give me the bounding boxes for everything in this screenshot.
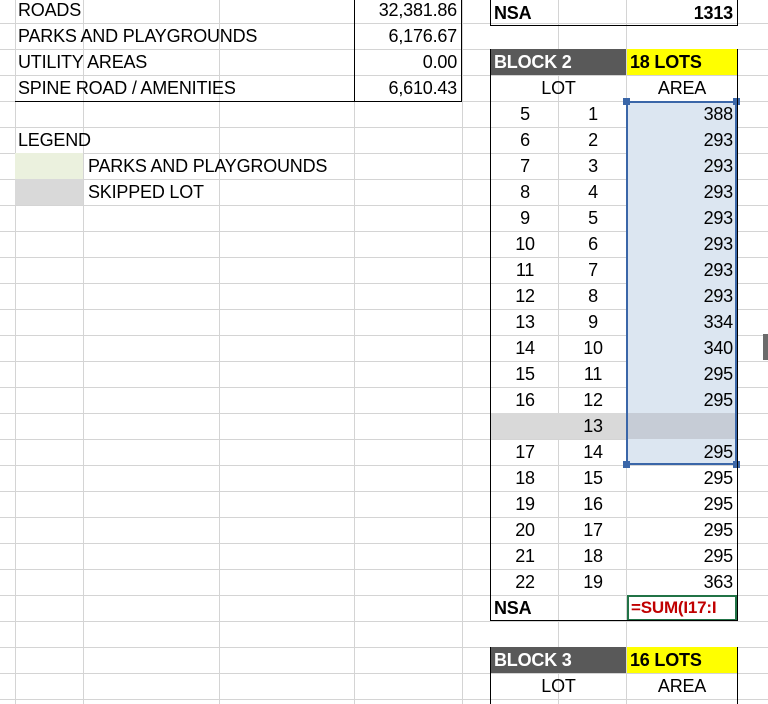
block2-row-number: 19 [515,494,535,514]
legend-swatch-skipped [15,179,83,205]
block2-lot: 17 [583,520,603,540]
summary-label: SPINE ROAD / AMENITIES [18,78,236,98]
block2-row-number: 12 [515,286,535,306]
block3-left-border [490,647,491,704]
block2-lot: 16 [583,494,603,514]
summary-col-border [354,0,355,102]
block2-row-number [491,413,559,439]
summary-right-border [461,0,462,102]
block2-lot: 6 [588,234,598,254]
block2-row-number: 7 [520,156,530,176]
block2-lot: 9 [588,312,598,332]
top-nsa-bottom-border [490,25,738,26]
summary-bottom-border [15,101,462,102]
block3-right-border [737,647,738,704]
block2-lot: 18 [583,546,603,566]
block2-nsa-label: NSA [494,598,532,618]
block2-row-number: 13 [515,312,535,332]
gridline [462,0,463,704]
block2-title: BLOCK 2 [491,49,626,75]
block2-row-number: 8 [520,182,530,202]
block3-col-area: AREA [657,676,707,696]
block2-lot: 2 [588,130,598,150]
block2-area[interactable]: 295 [627,543,737,569]
block2-row-number: 21 [515,546,535,566]
block2-col-area: AREA [657,78,707,98]
legend-swatch-parks [15,153,83,179]
formula-cell[interactable]: =SUM(I17:I [627,595,737,621]
gridline [0,699,768,700]
selection-border [626,101,737,465]
summary-value: 32,381.86 [378,0,457,20]
block2-row-number: 16 [515,390,535,410]
legend-label-parks: PARKS AND PLAYGROUNDS [88,156,328,176]
summary-value: 6,176.67 [388,26,458,46]
block3-title: BLOCK 3 [491,647,626,673]
summary-value: 0.00 [422,52,457,72]
block2-lot: 8 [588,286,598,306]
block2-right-border [737,49,738,621]
gridline [354,0,355,704]
block2-lots-badge: 18 LOTS [627,49,737,75]
top-nsa-label: NSA [494,3,532,23]
block2-lot: 13 [583,416,603,436]
block2-left-border [490,49,491,621]
legend-title: LEGEND [18,130,91,150]
block2-lot: 7 [588,260,598,280]
block2-lot: 14 [583,442,603,462]
block2-lot: 5 [588,208,598,228]
block2-row-number: 5 [520,104,530,124]
block2-row-number: 17 [515,442,535,462]
block2-col-lot: LOT [541,78,576,98]
block2-lot: 4 [588,182,598,202]
block3-col-lot: LOT [541,676,576,696]
spreadsheet-grid[interactable]: ROADS 32,381.86 PARKS AND PLAYGROUNDS 6,176… [0,0,768,704]
top-nsa-value: 1313 [693,3,733,23]
gridline [83,0,84,704]
block2-lot: 11 [583,364,603,384]
block2-bottom-border [490,620,738,621]
block2-row-number: 22 [515,572,535,592]
summary-value: 6,610.43 [388,78,458,98]
gridline [0,621,768,622]
block2-lot: 1 [588,104,598,124]
legend-label-skipped: SKIPPED LOT [88,182,204,202]
block3-lots-badge: 16 LOTS [627,647,737,673]
scrollbar-thumb[interactable] [763,334,768,360]
block2-row-number: 20 [515,520,535,540]
block2-row-number: 10 [515,234,535,254]
summary-label: UTILITY AREAS [18,52,148,72]
top-nsa-right-border [737,0,738,26]
block2-area[interactable]: 295 [627,491,737,517]
block2-lot: 10 [583,338,603,358]
block2-row-number: 6 [520,130,530,150]
gridline [15,0,16,704]
gridline [219,0,220,704]
block2-row-number: 11 [515,260,535,280]
block2-lot: 3 [588,156,598,176]
block2-row-number: 15 [515,364,535,384]
top-nsa-left-border [490,0,491,26]
block2-area[interactable]: 295 [627,517,737,543]
summary-label: ROADS [18,0,82,20]
block2-lot: 12 [583,390,603,410]
block2-row-number: 18 [515,468,535,488]
block2-row-number: 14 [515,338,535,358]
summary-label: PARKS AND PLAYGROUNDS [18,26,258,46]
selection-handle-bottom-left[interactable] [623,461,630,468]
block2-area[interactable]: 363 [627,569,737,595]
selection-handle-top-left[interactable] [623,98,630,105]
block2-row-number: 9 [520,208,530,228]
block2-lot: 19 [583,572,603,592]
block2-lot: 15 [583,468,603,488]
block2-area[interactable]: 295 [627,465,737,491]
